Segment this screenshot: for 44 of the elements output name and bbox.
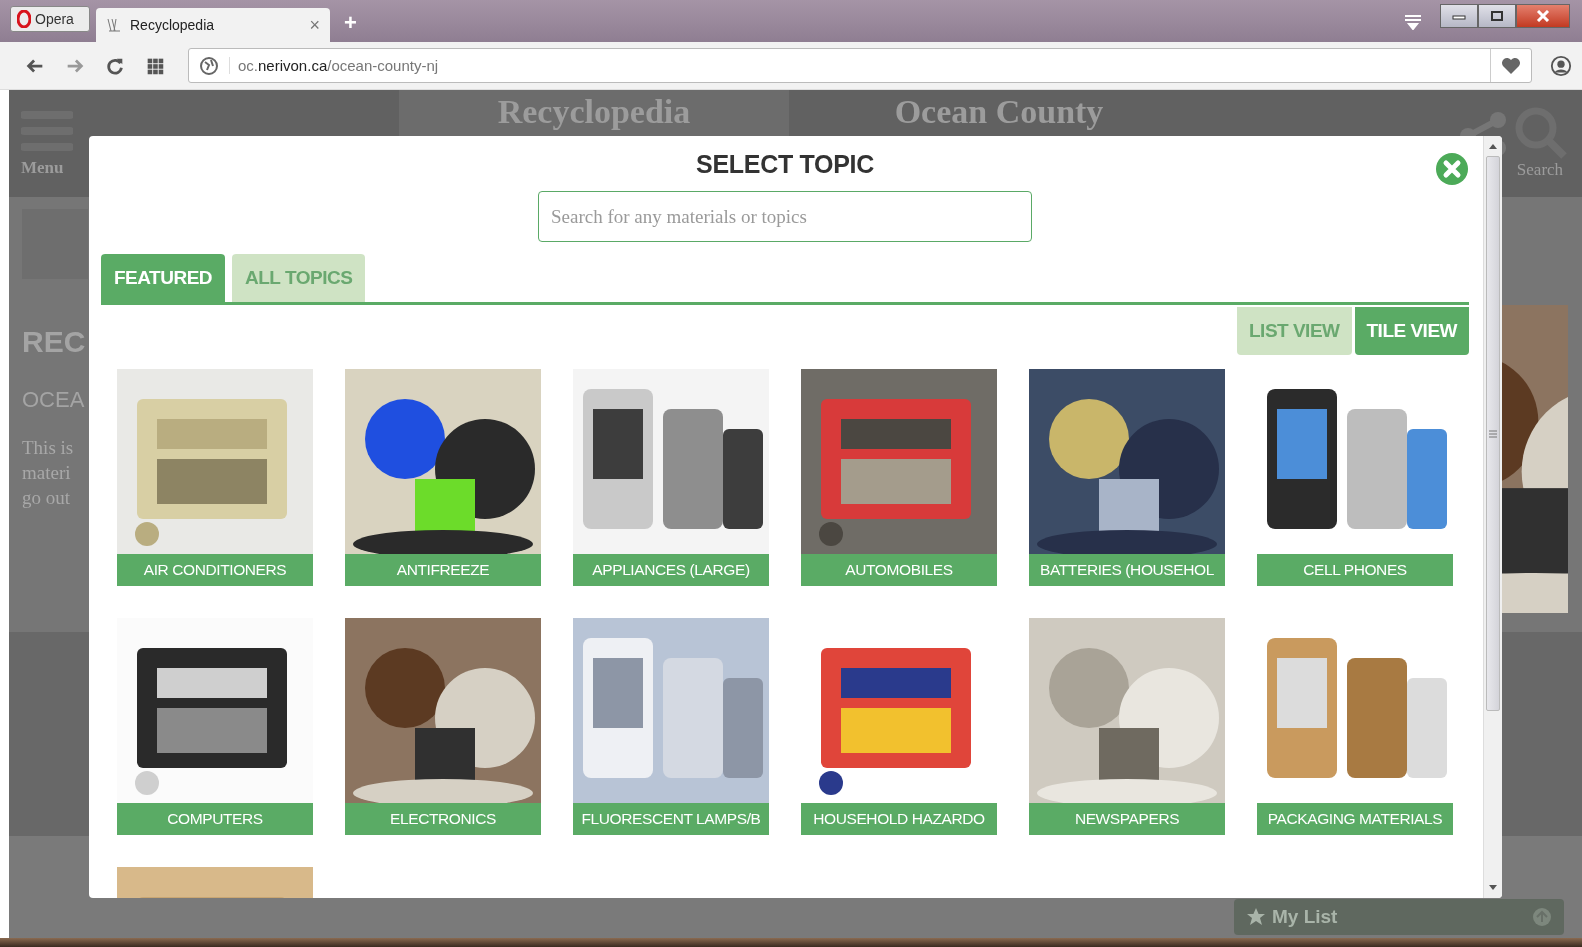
topic-tile-label[interactable]: ANTIFREEZE [345, 554, 541, 586]
topic-tile-label[interactable]: ELECTRONICS [345, 803, 541, 835]
new-tab-button[interactable]: + [344, 10, 357, 36]
my-list-bar[interactable]: My List [1234, 899, 1564, 935]
close-button[interactable] [1516, 4, 1570, 28]
close-icon[interactable] [1435, 152, 1469, 186]
topic-tab[interactable]: FEATURED [101, 254, 226, 302]
topic-tile-label[interactable]: AUTOMOBILES [801, 554, 997, 586]
topic-tile-label[interactable]: NEWSPAPERS [1029, 803, 1225, 835]
topic-tile-label[interactable]: BATTERIES (HOUSEHOL [1029, 554, 1225, 586]
opera-logo[interactable] [17, 10, 31, 28]
account-icon[interactable] [1550, 54, 1572, 77]
scroll-up-icon[interactable] [1488, 142, 1498, 150]
topic-tile-label[interactable]: PACKAGING MATERIALS [1257, 803, 1453, 835]
dialog-title: SELECT TOPIC [696, 150, 874, 179]
search-label: Search [1516, 160, 1564, 180]
view-toggle[interactable]: TILE VIEW [1354, 307, 1469, 355]
grip-icon [1489, 429, 1497, 438]
maximize-icon [1490, 10, 1504, 22]
arrow-up-icon [1532, 907, 1552, 927]
county-title: Ocean County [894, 92, 1104, 132]
opera-menu-button[interactable]: Opera [10, 6, 90, 32]
globe-icon[interactable] [199, 55, 219, 76]
scroll-down-icon[interactable] [1488, 884, 1498, 892]
menu-label: Menu [21, 158, 64, 178]
view-toggle[interactable]: LIST VIEW [1237, 307, 1352, 355]
topic-tile-label[interactable]: CELL PHONES [1257, 554, 1453, 586]
minimize-button[interactable] [1440, 4, 1478, 28]
scrollbar[interactable] [1483, 136, 1502, 898]
search-field[interactable]: Search for any materials or topics [538, 191, 1032, 242]
topic-tab[interactable]: ALL TOPICS [232, 254, 366, 302]
heart-icon [1501, 56, 1521, 75]
maximize-button[interactable] [1478, 4, 1516, 28]
browser-tab[interactable]: Recyclopedia × [96, 8, 330, 42]
minimize-icon [1452, 12, 1466, 20]
close-icon [1536, 10, 1550, 22]
star-icon [1246, 907, 1266, 927]
menu-icon[interactable] [1404, 14, 1422, 30]
card-background [22, 209, 88, 279]
topic-tile-label[interactable]: FLUORESCENT LAMPS/B [573, 803, 769, 835]
topic-tile-label[interactable]: APPLIANCES (LARGE) [573, 554, 769, 586]
topic-tile-label[interactable]: COMPUTERS [117, 803, 313, 835]
topic-tile-label[interactable]: HOUSEHOLD HAZARDO [801, 803, 997, 835]
topic-tile-label[interactable]: AIR CONDITIONERS [117, 554, 313, 586]
